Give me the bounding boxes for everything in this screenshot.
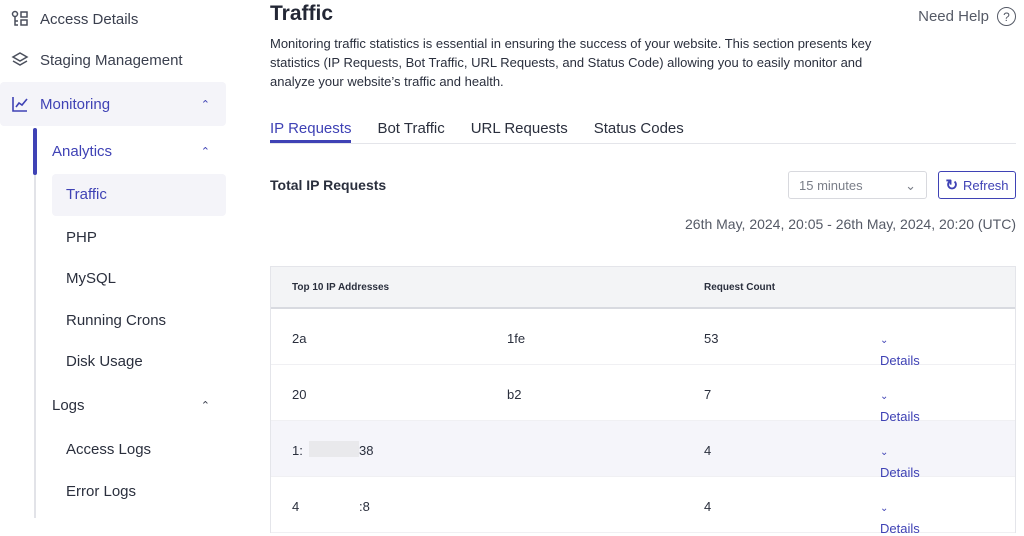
table-header: Top 10 IP Addresses Request Count (271, 267, 1015, 309)
refresh-label: Refresh (963, 177, 1009, 193)
tab-ip-requests[interactable]: IP Requests (270, 116, 352, 143)
sidebar-item-monitoring[interactable]: Monitoring ⌃ (0, 82, 226, 126)
refresh-button[interactable]: ↻ Refresh (938, 171, 1016, 199)
ip-address: 2a (292, 331, 307, 346)
header-ip: Top 10 IP Addresses (292, 282, 390, 293)
sidebar-item-access-details[interactable]: Access Details (0, 0, 226, 41)
chevron-down-icon: ⌄ (880, 391, 889, 402)
details-button[interactable]: Details ⌄ (880, 499, 920, 536)
sidebar-item-running-crons[interactable]: Running Crons (66, 312, 166, 329)
section-title: Total IP Requests (270, 177, 387, 193)
need-help-link[interactable]: Need Help? (918, 7, 1016, 26)
table-row: 2a 1fe 53 Details ⌄ (271, 309, 1015, 368)
need-help-label: Need Help (918, 8, 989, 25)
question-icon: ? (997, 7, 1016, 26)
tab-bot-traffic[interactable]: Bot Traffic (377, 116, 444, 143)
ip-address-suffix: :8 (359, 499, 370, 514)
tab-url-requests[interactable]: URL Requests (471, 116, 568, 143)
tree-line (34, 128, 36, 518)
chevron-up-icon: ⌃ (200, 146, 210, 158)
sidebar-item-access-logs[interactable]: Access Logs (66, 441, 151, 458)
sidebar-item-mysql[interactable]: MySQL (66, 270, 116, 287)
sidebar: Access Details Staging Management Monito… (0, 0, 230, 518)
table-row: 4 :8 4 Details ⌄ (271, 477, 1015, 536)
sidebar-item-staging-management[interactable]: Staging Management (0, 38, 226, 82)
request-count: 4 (704, 443, 712, 458)
details-button[interactable]: Details ⌄ (880, 443, 920, 480)
redaction (309, 441, 359, 457)
sidebar-item-label: Monitoring (40, 95, 111, 113)
layers-icon (10, 50, 30, 70)
tab-status-codes[interactable]: Status Codes (594, 116, 684, 143)
details-button[interactable]: Details ⌄ (880, 331, 920, 368)
ip-address: 4 (292, 499, 300, 514)
page-description: Monitoring traffic statistics is essenti… (270, 36, 872, 89)
ip-address-suffix: b2 (507, 387, 522, 402)
active-indicator (33, 128, 37, 175)
header-count: Request Count (704, 282, 776, 293)
sidebar-item-disk-usage[interactable]: Disk Usage (66, 353, 143, 370)
details-label: Details (880, 521, 920, 536)
chevron-up-icon: ⌃ (200, 400, 210, 412)
sidebar-item-php[interactable]: PHP (66, 229, 97, 246)
sidebar-item-label: Access Details (40, 10, 139, 28)
page-title: Traffic (270, 2, 334, 25)
table-row: 20 b2 7 Details ⌄ (271, 365, 1015, 424)
ip-address: 20 (292, 387, 307, 402)
time-range: 26th May, 2024, 20:05 - 26th May, 2024, … (685, 216, 1016, 232)
sidebar-item-label: Logs (52, 397, 85, 414)
request-count: 53 (704, 331, 719, 346)
details-button[interactable]: Details ⌄ (880, 387, 920, 424)
chevron-up-icon: ⌃ (200, 98, 210, 111)
chevron-down-icon: ⌄ (880, 447, 889, 458)
request-count: 7 (704, 387, 712, 402)
sidebar-item-logs[interactable]: Logs ⌃ (52, 397, 226, 414)
ip-address-suffix: 1fe (507, 331, 526, 346)
request-count: 4 (704, 499, 712, 514)
sidebar-item-analytics[interactable]: Analytics ⌃ (52, 143, 226, 160)
interval-select[interactable]: 15 minutes ⌄ (788, 171, 927, 199)
sidebar-item-label: Traffic (66, 186, 107, 203)
ip-table: Top 10 IP Addresses Request Count 2a 1fe … (270, 266, 1016, 536)
sidebar-item-error-logs[interactable]: Error Logs (66, 483, 136, 500)
interval-value: 15 minutes (799, 178, 863, 193)
chevron-down-icon: ⌄ (905, 178, 916, 193)
sidebar-item-traffic[interactable]: Traffic (52, 174, 226, 216)
chart-line-icon (10, 94, 30, 114)
ip-address: 1: (292, 443, 303, 458)
refresh-icon: ↻ (945, 177, 959, 194)
access-details-icon (10, 9, 30, 29)
tabs: IP Requests Bot Traffic URL Requests Sta… (270, 116, 1016, 144)
table-row: 1: 38 4 Details ⌄ (271, 421, 1015, 480)
ip-address-suffix: 38 (359, 443, 374, 458)
chevron-down-icon: ⌄ (880, 503, 889, 514)
sidebar-item-label: Analytics (52, 143, 113, 160)
chevron-down-icon: ⌄ (880, 335, 889, 346)
sidebar-item-label: Staging Management (40, 51, 183, 69)
